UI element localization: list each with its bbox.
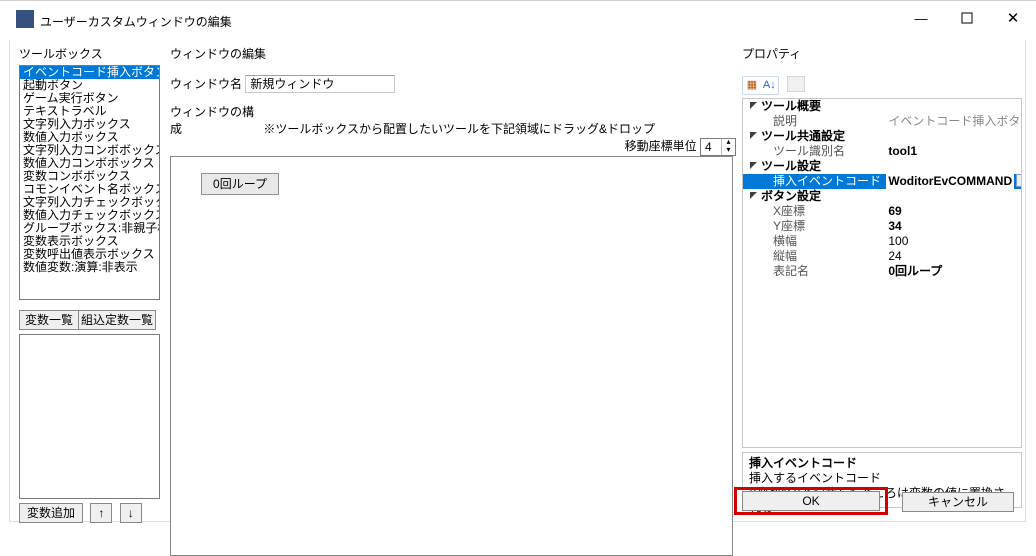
dialog-body: ツールボックス イベントコード挿入ボタン 起動ボタン ゲーム実行ボタン テキスト…: [9, 40, 1026, 522]
window-maximize-button[interactable]: [944, 4, 990, 34]
dropdown-icon[interactable]: ▾: [1016, 174, 1022, 187]
toolbox-header: ツールボックス: [19, 45, 160, 63]
chevron-down-icon: [749, 161, 758, 170]
layout-label: ウィンドウの構成: [170, 103, 260, 137]
layout-hint: ※ツールボックスから配置したいツールを下記領域にドラッグ&ドロップ: [263, 122, 655, 136]
sort-alpha-icon[interactable]: A↓: [762, 79, 776, 93]
chevron-down-icon: [749, 191, 758, 200]
toolbox-item[interactable]: 起動ボタン: [20, 79, 159, 92]
maximize-icon: [961, 12, 973, 24]
property-help-line: 挿入するイベントコード: [749, 471, 1015, 486]
property-category[interactable]: ボタン設定: [743, 189, 1021, 204]
property-view-group: ▦ A↓: [742, 76, 779, 95]
layout-canvas[interactable]: 0回ループ: [170, 156, 733, 556]
property-toolbar: ▦ A↓: [742, 76, 1022, 95]
move-down-button[interactable]: ↓: [120, 503, 142, 523]
property-row-insert-eventcode[interactable]: 挿入イベントコード WoditorEvCOMMAND▾: [743, 174, 1021, 189]
builtin-const-list-button[interactable]: 組込定数一覧: [78, 310, 156, 330]
placed-tool-loop-button[interactable]: 0回ループ: [201, 173, 279, 195]
toolbox-item[interactable]: 数値入力コンボボックス: [20, 157, 159, 170]
move-up-button[interactable]: ↑: [90, 503, 112, 523]
chevron-down-icon: [749, 131, 758, 140]
toolbox-item[interactable]: 数値入力ボックス: [20, 131, 159, 144]
toolbox-item[interactable]: 文字列入力ボックス: [20, 118, 159, 131]
property-pages-button[interactable]: [787, 76, 805, 92]
toolbox-item[interactable]: グループボックス:非親子構造: [20, 222, 159, 235]
move-unit-label: 移動座標単位: [625, 139, 697, 153]
window-top-border: [0, 0, 1036, 1]
toolbox-item[interactable]: 変数コンボボックス: [20, 170, 159, 183]
toolbox-item[interactable]: 数値変数:演算:非表示: [20, 261, 159, 274]
property-row-x[interactable]: X座標 69: [743, 204, 1021, 219]
window-name-input[interactable]: 新規ウィンドウ: [245, 75, 395, 93]
property-panel: プロパティ ▦ A↓ ツール概要 説明 イベントコード挿入ボタン ツール共通設定: [742, 45, 1022, 508]
property-header: プロパティ: [742, 45, 1022, 62]
toolbox-item[interactable]: 文字列入力コンボボックス: [20, 144, 159, 157]
toolbox-item[interactable]: 文字列入力チェックボックス: [20, 196, 159, 209]
ok-button-highlight: OK: [734, 487, 888, 515]
window-close-button[interactable]: ✕: [990, 4, 1036, 34]
toolbox-item[interactable]: コモンイベント名ボックス: [20, 183, 159, 196]
categorized-view-icon[interactable]: ▦: [745, 79, 759, 93]
editor-header: ウィンドウの編集: [170, 45, 736, 63]
move-unit-value: 4: [705, 140, 712, 154]
move-unit-spinner[interactable]: 4 ▴ ▾: [700, 138, 736, 156]
toolbox-item[interactable]: ゲーム実行ボタン: [20, 92, 159, 105]
property-row-tool-id[interactable]: ツール識別名 tool1: [743, 144, 1021, 159]
ok-button[interactable]: OK: [742, 491, 880, 511]
toolbox-list[interactable]: イベントコード挿入ボタン 起動ボタン ゲーム実行ボタン テキストラベル 文字列入…: [19, 65, 160, 300]
window-minimize-button[interactable]: —: [898, 4, 944, 34]
property-help-title: 挿入イベントコード: [749, 456, 1015, 471]
property-row-y[interactable]: Y座標 34: [743, 219, 1021, 234]
cancel-button[interactable]: キャンセル: [902, 492, 1014, 512]
editor-panel: ウィンドウの編集 ウィンドウ名 新規ウィンドウ ウィンドウの構成 ※ツールボック…: [170, 45, 736, 556]
property-category[interactable]: ツール設定: [743, 159, 1021, 174]
toolbox-item[interactable]: 変数表示ボックス: [20, 235, 159, 248]
add-variable-button[interactable]: 変数追加: [19, 503, 83, 523]
window-name-label: ウィンドウ名: [170, 75, 242, 92]
toolbox-item[interactable]: 数値入力チェックボックス: [20, 209, 159, 222]
property-row-description[interactable]: 説明 イベントコード挿入ボタン: [743, 114, 1021, 129]
app-icon: [16, 10, 34, 28]
toolbox-item[interactable]: テキストラベル: [20, 105, 159, 118]
toolbox-panel: ツールボックス イベントコード挿入ボタン 起動ボタン ゲーム実行ボタン テキスト…: [19, 45, 160, 523]
titlebar: ユーザーカスタムウィンドウの編集 — ✕: [8, 4, 1036, 40]
property-row-width[interactable]: 横幅 100: [743, 234, 1021, 249]
spinner-down-icon[interactable]: ▾: [721, 147, 735, 155]
property-grid[interactable]: ツール概要 説明 イベントコード挿入ボタン ツール共通設定 ツール識別名 too…: [742, 98, 1022, 448]
chevron-down-icon: [749, 101, 758, 110]
toolbox-item[interactable]: イベントコード挿入ボタン: [20, 66, 159, 79]
spinner-buttons[interactable]: ▴ ▾: [721, 139, 735, 155]
property-category[interactable]: ツール概要: [743, 99, 1021, 114]
variable-list[interactable]: [19, 334, 160, 499]
toolbox-item[interactable]: 変数呼出値表示ボックス: [20, 248, 159, 261]
property-row-height[interactable]: 縦幅 24: [743, 249, 1021, 264]
property-category[interactable]: ツール共通設定: [743, 129, 1021, 144]
variable-list-button[interactable]: 変数一覧: [19, 310, 79, 330]
window-title: ユーザーカスタムウィンドウの編集: [40, 13, 232, 30]
property-row-caption[interactable]: 表記名 0回ループ: [743, 264, 1021, 279]
